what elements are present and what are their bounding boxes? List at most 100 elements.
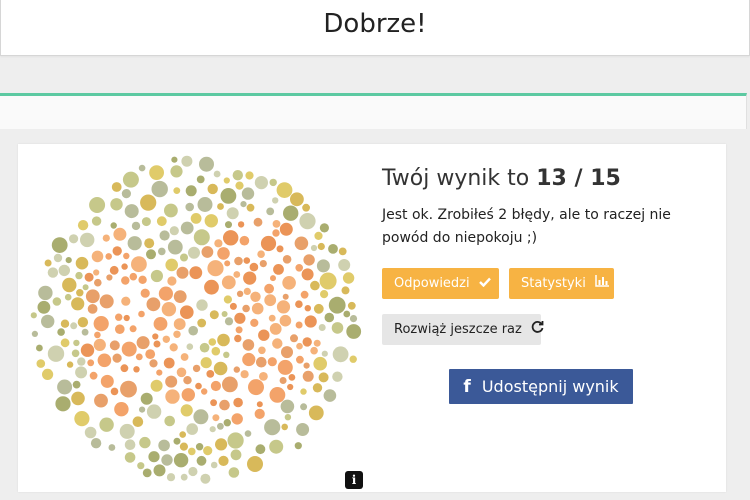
score-label: Twój wynik to	[382, 166, 530, 191]
plate-dot	[234, 312, 246, 324]
plate-dot	[146, 249, 156, 260]
plate-dot	[253, 217, 263, 227]
bar-chart-icon	[595, 268, 609, 299]
plate-dot	[186, 423, 198, 435]
plate-dot	[108, 444, 116, 451]
plate-dot	[346, 324, 362, 339]
plate-dot	[165, 258, 178, 272]
plate-dot	[207, 260, 224, 277]
plate-dot	[217, 203, 224, 210]
plate-dot	[31, 330, 38, 337]
plate-dot	[248, 379, 264, 396]
plate-dot	[245, 171, 254, 180]
plate-dot	[153, 464, 166, 477]
plate-dot	[188, 246, 200, 259]
plate-dot	[210, 461, 218, 469]
plate-dot	[209, 310, 219, 320]
plate-dot	[180, 353, 189, 361]
result-header: Dobrze!	[0, 0, 750, 56]
answers-button-label: Odpowiedzi	[394, 276, 470, 291]
plate-dot	[85, 289, 100, 304]
plate-dot	[100, 374, 114, 388]
plate-dot	[251, 302, 264, 315]
plate-dot	[159, 230, 170, 241]
plate-dot	[121, 296, 131, 306]
plate-dot	[163, 357, 175, 369]
plate-dot	[146, 297, 161, 312]
plate-dot	[242, 352, 256, 367]
plate-dot	[269, 323, 282, 335]
plate-dot	[99, 417, 114, 432]
plate-dot	[97, 353, 112, 368]
plate-dot	[82, 284, 89, 291]
plate-dot	[237, 221, 245, 228]
plate-dot	[90, 438, 102, 449]
plate-dot	[94, 331, 101, 339]
retry-button[interactable]: Rozwiąż jeszcze raz	[382, 314, 544, 345]
plate-dot	[280, 399, 295, 414]
plate-dot	[115, 324, 125, 334]
plate-dot	[272, 229, 280, 237]
plate-dot	[180, 404, 193, 417]
plate-dot	[213, 361, 228, 376]
plate-dot	[173, 318, 186, 330]
plate-dot	[141, 217, 151, 227]
plate-dot	[176, 266, 189, 279]
plate-dot	[224, 260, 231, 267]
plate-dot	[71, 349, 80, 358]
plate-dot	[279, 314, 292, 327]
plate-dot	[234, 256, 243, 266]
plate-dot	[81, 328, 89, 336]
plate-dot	[142, 468, 152, 478]
plate-dot	[80, 343, 95, 357]
plate-dot	[217, 247, 230, 260]
share-button[interactable]: f Udostępnij wynik	[449, 369, 633, 404]
plate-dot	[173, 187, 181, 194]
plate-dot	[243, 271, 257, 285]
plate-dot	[144, 238, 155, 249]
plate-dot	[153, 340, 161, 348]
plate-dot	[109, 265, 119, 275]
plate-dot	[300, 403, 308, 411]
plate-dot	[302, 203, 310, 212]
plate-dot	[246, 203, 255, 212]
plate-dot	[51, 237, 68, 253]
plate-dot	[148, 451, 160, 463]
score-headline: Twój wynik to 13 / 15	[382, 166, 621, 191]
plate-dot	[235, 181, 244, 190]
plate-dot	[169, 343, 178, 352]
plate-dot	[150, 379, 163, 392]
plate-dot	[87, 304, 98, 314]
plate-dot	[247, 456, 263, 472]
plate-dot	[223, 419, 231, 427]
plate-dot	[87, 359, 95, 367]
plate-dot	[269, 439, 284, 454]
plate-dot	[242, 304, 250, 313]
plate-dot	[190, 213, 202, 224]
plate-dot	[183, 376, 192, 385]
plate-dot	[146, 404, 162, 419]
plate-dot	[84, 272, 94, 282]
stats-button[interactable]: Statystyki	[509, 268, 614, 299]
check-icon	[478, 268, 491, 299]
plate-dot	[231, 413, 243, 425]
plate-dot	[212, 414, 220, 422]
plate-dot	[223, 230, 239, 246]
plate-dot	[272, 220, 281, 228]
plate-dot	[319, 223, 329, 233]
plate-dot	[133, 366, 140, 373]
plate-dot	[122, 171, 139, 188]
plate-dot	[210, 380, 221, 392]
plate-dot	[223, 177, 230, 184]
answers-button[interactable]: Odpowiedzi	[382, 268, 499, 299]
plate-dot	[296, 423, 310, 436]
plate-dot	[332, 346, 349, 363]
plate-dot	[189, 266, 203, 280]
plate-dot	[106, 274, 113, 281]
plate-dot	[221, 275, 236, 290]
plate-dot	[296, 342, 303, 350]
plate-dot	[225, 221, 232, 229]
info-icon[interactable]: i	[345, 471, 363, 489]
plate-dot	[224, 317, 234, 326]
plate-dot	[124, 204, 139, 219]
